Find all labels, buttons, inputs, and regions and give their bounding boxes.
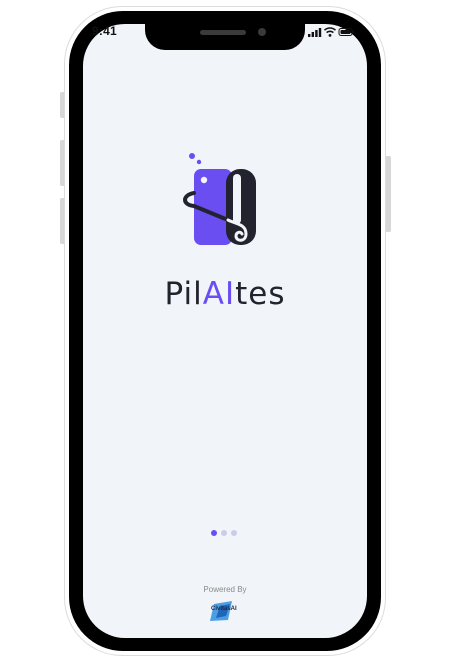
partner-logo: CivitasAI	[206, 600, 246, 622]
powered-by-label: Powered By	[203, 585, 247, 594]
partner-logo-text: CivitasAI	[211, 606, 237, 612]
signal-icon	[308, 28, 322, 37]
earpiece-speaker	[200, 30, 246, 35]
front-camera	[258, 28, 266, 36]
page-indicator	[211, 530, 241, 536]
app-title-highlight: AI	[202, 276, 236, 312]
app-title-suffix: tes	[235, 276, 286, 312]
page-dot-1[interactable]	[211, 530, 217, 536]
pilates-bottle-logo-icon	[183, 153, 256, 245]
splash-screen	[83, 24, 367, 638]
phone-mockup: 9:41 PilAItes Powered By CivitasAI	[0, 0, 450, 664]
app-title: PilAItes	[0, 276, 450, 312]
page-dot-2[interactable]	[221, 530, 227, 536]
page-dot-3[interactable]	[231, 530, 237, 536]
app-title-prefix: Pil	[164, 276, 203, 312]
wifi-icon	[323, 27, 337, 37]
battery-icon	[338, 28, 354, 36]
notch	[145, 20, 305, 50]
status-time: 9:41	[92, 24, 117, 38]
status-icons	[308, 27, 354, 37]
